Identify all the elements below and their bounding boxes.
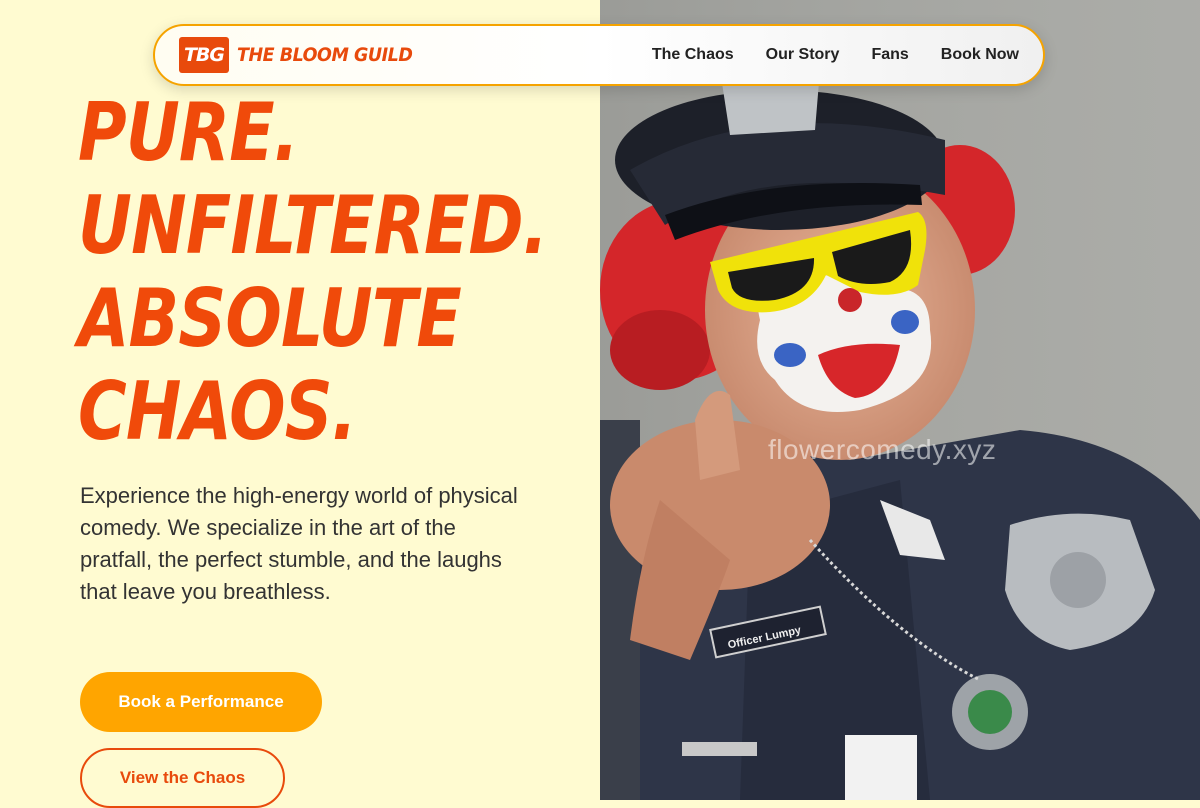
hero-description: Experience the high-energy world of phys… [80, 483, 518, 604]
nav-link-fans[interactable]: Fans [871, 46, 908, 64]
hero-photo: Officer Lumpy flowercomedy.xyz [600, 0, 1200, 800]
headline-line-4: CHAOS. [78, 365, 357, 458]
site-logo[interactable]: TBG THE BLOOM GUILD [179, 37, 428, 73]
hero-headline: PURE. UNFILTERED. ABSOLUTE CHAOS. [78, 86, 548, 458]
book-performance-button[interactable]: Book a Performance [80, 672, 322, 732]
main-navbar: TBG THE BLOOM GUILD The Chaos Our Story … [153, 24, 1045, 86]
headline-line-3: ABSOLUTE [78, 272, 462, 365]
nav-link-book-now[interactable]: Book Now [941, 46, 1019, 64]
nav-link-the-chaos[interactable]: The Chaos [652, 46, 734, 64]
nav-link-our-story[interactable]: Our Story [766, 46, 840, 64]
logo-badge: TBG [179, 37, 229, 73]
nav-links: The Chaos Our Story Fans Book Now [652, 46, 1019, 64]
headline-line-2: UNFILTERED. [78, 179, 548, 272]
headline-line-1: PURE. [78, 86, 299, 179]
logo-text: THE BLOOM GUILD [237, 44, 413, 66]
watermark-text: flowercomedy.xyz [768, 434, 997, 465]
clown-officer-photo: Officer Lumpy [600, 0, 1200, 800]
view-chaos-button[interactable]: View the Chaos [80, 748, 285, 808]
